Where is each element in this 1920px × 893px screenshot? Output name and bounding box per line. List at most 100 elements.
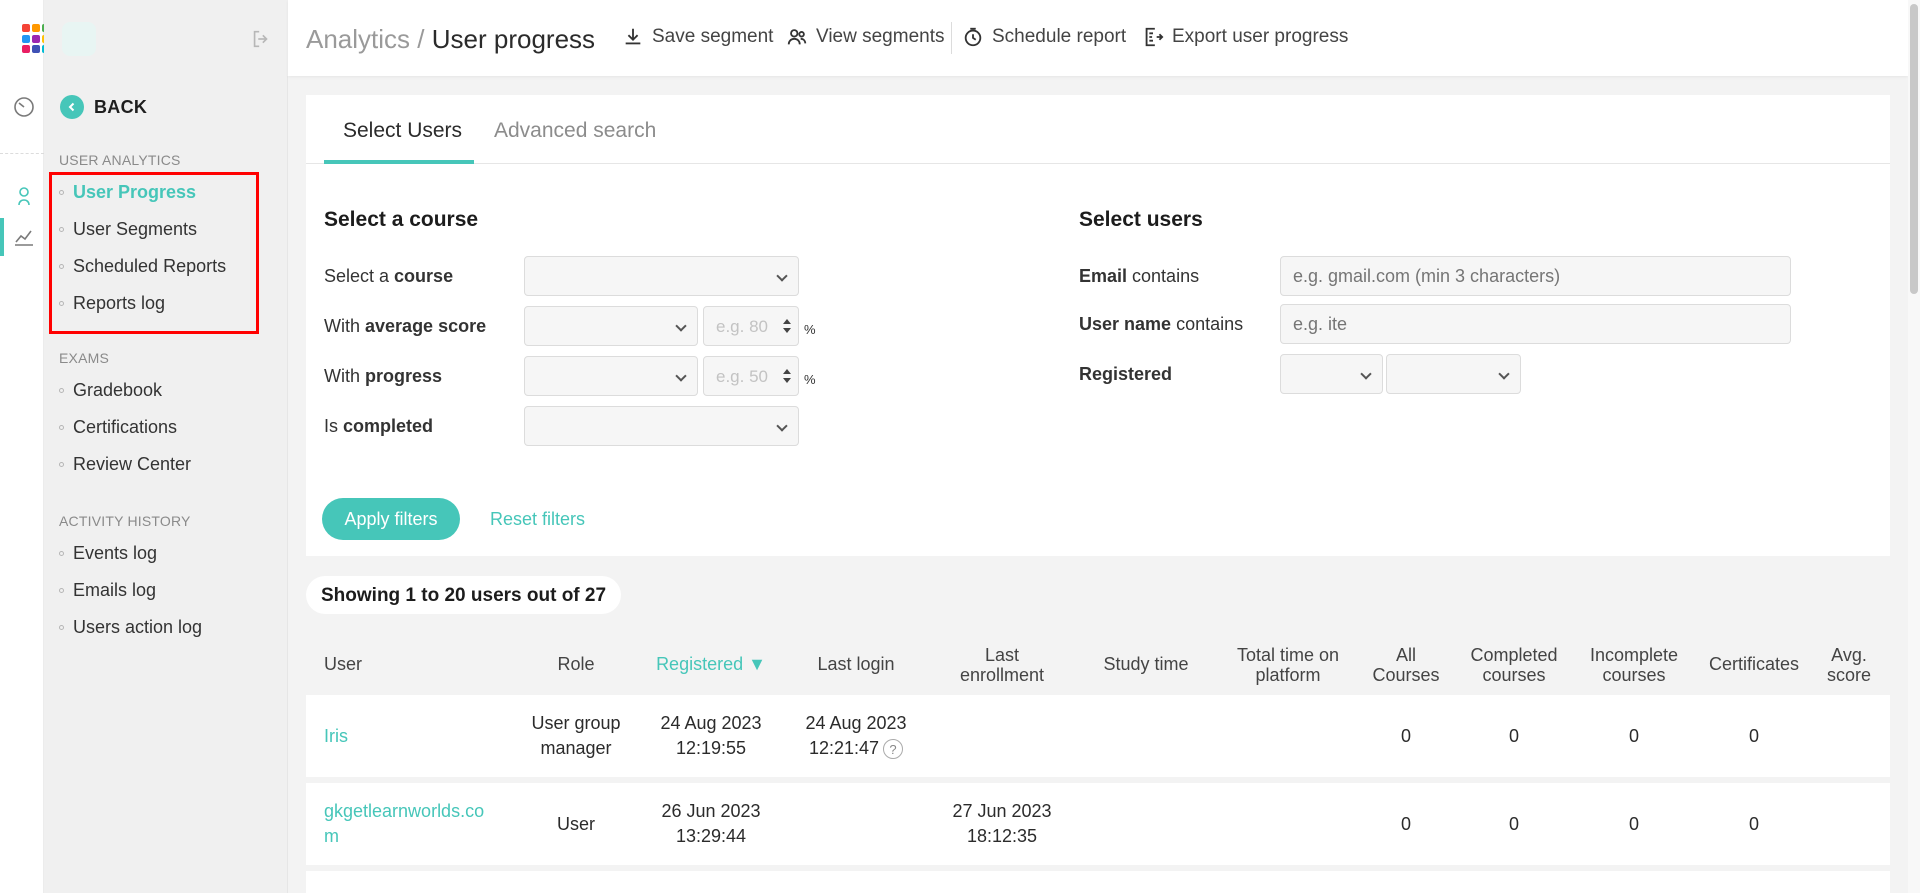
sidebar-item-emails-log[interactable]: Emails log [59, 580, 156, 601]
sidebar-item-review-center[interactable]: Review Center [59, 454, 191, 475]
username-contains-label: User name contains [1079, 314, 1244, 334]
page-scrollbar[interactable] [1908, 0, 1920, 893]
active-tab-indicator [324, 160, 474, 164]
user-link[interactable]: gkgetlearnworlds.co m [324, 799, 484, 849]
analytics-chart-icon[interactable] [12, 225, 36, 249]
user-badge-icon[interactable] [12, 184, 36, 208]
page-title: User progress [431, 24, 596, 54]
icon-rail [0, 0, 50, 893]
certificates-cell: 0 [1748, 814, 1759, 834]
export-icon [1145, 27, 1164, 47]
column-header-study-time[interactable]: Study time [1086, 654, 1206, 674]
chevron-left-icon [60, 95, 84, 119]
help-icon[interactable]: ? [883, 739, 904, 760]
table-row[interactable] [306, 871, 1890, 893]
export-user-progress-label: Export user progress [1172, 26, 1349, 47]
table-row[interactable]: Iris User group manager 24 Aug 2023 12:19:… [306, 695, 1890, 777]
schedule-report-button[interactable]: Schedule report [962, 26, 1126, 48]
registered-label: Registered [1079, 364, 1173, 384]
progress-operator-select[interactable] [524, 356, 698, 396]
save-segment-button[interactable]: Save segment [622, 26, 773, 48]
chevron-down-icon [675, 370, 687, 382]
registered-date-select[interactable] [1386, 354, 1521, 394]
role-cell: User [556, 814, 595, 834]
sidebar-item-label: Events log [73, 543, 158, 563]
rail-divider [0, 153, 44, 154]
average-score-input[interactable]: e.g. 80 [703, 306, 799, 346]
rail-active-indicator [0, 218, 4, 256]
column-header-registered[interactable]: Registered ▼ [646, 654, 776, 674]
save-segment-label: Save segment [652, 26, 774, 47]
chevron-down-icon [1498, 368, 1510, 380]
registered-operator-select[interactable] [1280, 354, 1383, 394]
incomplete-courses-cell: 0 [1628, 726, 1639, 746]
completed-label: Is completed [324, 416, 434, 436]
registered-cell: 26 Jun 2023 13:29:44 [661, 801, 761, 846]
progress-unit: % [804, 372, 816, 387]
sidebar-item-label: Review Center [73, 454, 192, 474]
column-header-last-login[interactable]: Last login [796, 654, 916, 674]
schedule-report-label: Schedule report [992, 26, 1127, 47]
last-login-cell: 24 Aug 2023 12:21:47? [805, 713, 907, 760]
course-select[interactable] [524, 256, 799, 296]
user-filters-title: Select users [1079, 208, 1203, 231]
breadcrumb-separator: / [417, 24, 425, 54]
progress-placeholder: e.g. 50 [716, 367, 768, 386]
back-label: BACK [94, 96, 148, 117]
back-button[interactable]: BACK [60, 95, 147, 119]
tab-advanced-search[interactable]: Advanced search [494, 119, 656, 143]
column-header-incomplete-courses[interactable]: Incomplete courses [1578, 645, 1690, 685]
chevron-down-icon [1360, 368, 1372, 380]
speedometer-icon[interactable] [12, 95, 36, 119]
reset-filters-link[interactable]: Reset filters [490, 509, 585, 530]
average-score-label: With average score [324, 316, 487, 336]
sidebar-item-certifications[interactable]: Certifications [59, 417, 177, 438]
scrollbar-thumb[interactable] [1910, 4, 1918, 294]
sidebar-item-users-action-log[interactable]: Users action log [59, 617, 202, 638]
username-contains-input[interactable] [1280, 304, 1791, 344]
sidebar-item-gradebook[interactable]: Gradebook [59, 380, 162, 401]
chevron-down-icon [776, 270, 788, 282]
section-title-exams: EXAMS [59, 350, 110, 366]
email-contains-label: Email contains [1079, 266, 1200, 286]
number-stepper-icon[interactable] [782, 366, 792, 386]
number-stepper-icon[interactable] [782, 316, 792, 336]
completed-select[interactable] [524, 406, 799, 446]
tab-select-users[interactable]: Select Users [343, 119, 462, 143]
certificates-cell: 0 [1748, 726, 1759, 746]
column-header-certificates[interactable]: Certificates [1700, 654, 1808, 674]
apply-filters-button[interactable]: Apply filters [322, 498, 460, 540]
sidebar-item-events-log[interactable]: Events log [59, 543, 157, 564]
column-header-completed-courses[interactable]: Completed courses [1458, 645, 1570, 685]
logout-icon[interactable] [250, 28, 272, 50]
progress-input[interactable]: e.g. 50 [703, 356, 799, 396]
column-header-role[interactable]: Role [516, 654, 636, 674]
average-score-unit: % [804, 322, 816, 337]
view-segments-label: View segments [816, 26, 945, 47]
average-score-placeholder: e.g. 80 [716, 317, 768, 336]
header-divider [951, 22, 952, 54]
column-header-all-courses[interactable]: All Courses [1366, 645, 1446, 685]
filter-tabs: Select Users Advanced search [306, 95, 1890, 164]
user-link[interactable]: Iris [324, 724, 348, 749]
registered-cell: 24 Aug 2023 12:19:55 [660, 713, 762, 758]
table-row[interactable]: gkgetlearnworlds.co m User 26 Jun 2023 13:… [306, 783, 1890, 865]
completed-courses-cell: 0 [1508, 814, 1519, 834]
filter-card: Select Users Advanced search Select a co… [306, 95, 1890, 556]
breadcrumb: Analytics / User progress [306, 24, 595, 55]
role-cell: User group manager [531, 713, 621, 758]
average-score-operator-select[interactable] [524, 306, 698, 346]
course-filters-title: Select a course [324, 208, 479, 231]
email-contains-input[interactable] [1280, 256, 1791, 296]
view-segments-button[interactable]: View segments [786, 26, 945, 48]
column-header-last-enrollment[interactable]: Last enrollment [942, 645, 1062, 685]
last-enrollment-cell: 27 Jun 2023 18:12:35 [952, 801, 1052, 846]
breadcrumb-section[interactable]: Analytics [306, 24, 410, 54]
results-summary: Showing 1 to 20 users out of 27 [306, 576, 622, 614]
column-header-user[interactable]: User [324, 654, 362, 674]
column-header-avg-score[interactable]: Avg. score [1818, 645, 1880, 685]
section-title-activity-history: ACTIVITY HISTORY [59, 513, 191, 529]
export-user-progress-button[interactable]: Export user progress [1142, 26, 1348, 48]
sidebar-item-label: Emails log [73, 580, 157, 600]
column-header-total-time[interactable]: Total time on platform [1218, 645, 1358, 685]
